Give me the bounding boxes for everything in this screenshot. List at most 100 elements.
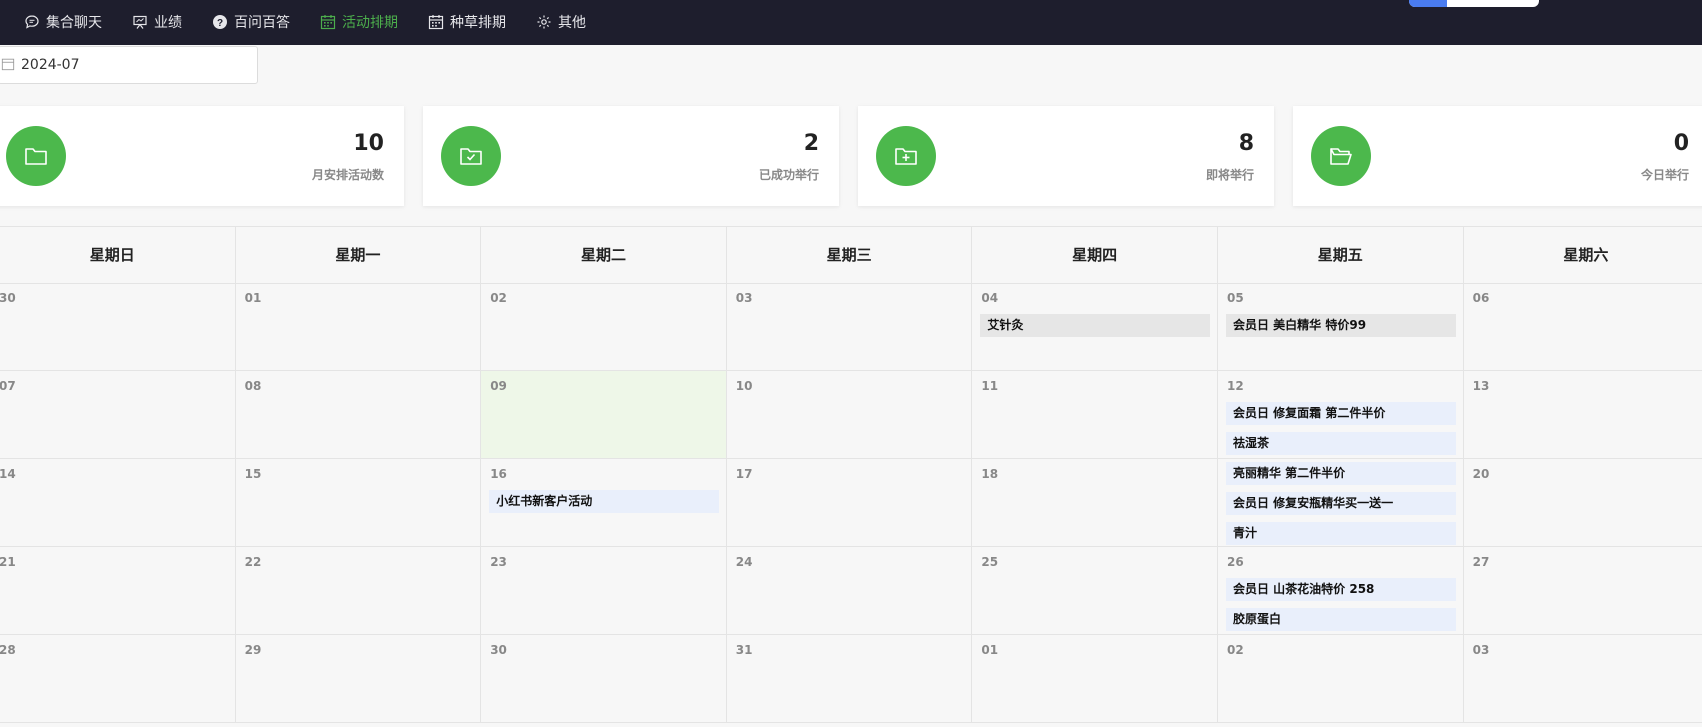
calendar-day-cell[interactable]: 30 <box>481 635 727 723</box>
chat-icon <box>24 14 46 30</box>
stat-card-3: 0 今日举行 <box>1293 106 1702 206</box>
calendar-day-cell[interactable]: 27 <box>1463 547 1702 635</box>
day-number: 26 <box>1227 555 1244 569</box>
calendar-event[interactable]: 会员日 修复面霜 第二件半价 <box>1226 402 1456 425</box>
calendar-day-cell[interactable]: 02 <box>1218 635 1464 723</box>
month-picker[interactable]: 2024-07 <box>0 46 258 84</box>
nav-item-0[interactable]: 集合聊天 <box>24 12 102 32</box>
day-number: 01 <box>981 643 999 657</box>
day-number: 11 <box>981 379 999 393</box>
day-number: 16 <box>490 467 507 481</box>
day-number: 30 <box>0 291 16 305</box>
day-number: 22 <box>244 555 262 569</box>
presentation-icon <box>132 14 154 30</box>
calendar-day-cell[interactable]: 31 <box>726 635 973 723</box>
month-picker-value: 2024-07 <box>21 57 80 73</box>
folder-check-icon <box>441 126 501 186</box>
calendar-day-cell[interactable]: 08 <box>235 371 482 459</box>
stat-card-1: 2 已成功举行 <box>423 106 839 206</box>
calendar-day-cell[interactable]: 23 <box>481 547 727 635</box>
calendar-day-cell[interactable]: 06 <box>1463 283 1702 371</box>
stat-label: 月安排活动数 <box>311 168 384 182</box>
weekday-header: 星期日 <box>0 227 236 283</box>
calendar-event[interactable]: 小红书新客户活动 <box>489 490 719 513</box>
nav-item-2[interactable]: ? 百问百答 <box>212 12 290 32</box>
calendar-event[interactable]: 会员日 美白精华 特价99 <box>1226 314 1456 337</box>
day-number: 10 <box>735 379 753 393</box>
folder-icon <box>6 126 66 186</box>
calendar-event[interactable]: 会员日 修复安瓶精华买一送一 <box>1226 492 1456 515</box>
calendar-event[interactable]: 会员日 山茶花油特价 258 <box>1226 578 1456 601</box>
day-number: 24 <box>735 555 753 569</box>
stat-label: 已成功举行 <box>758 168 819 182</box>
calendar-day-cell[interactable]: 01 <box>972 635 1218 723</box>
activity-calendar: 星期日 星期一 星期二 星期三 星期四 星期五 星期六 30 01 02 03 04 艾针灸 05 会员日… <box>0 226 1702 727</box>
day-number: 02 <box>490 291 507 305</box>
calendar-day-cell[interactable]: 28 <box>0 635 236 723</box>
weekday-header: 星期六 <box>1464 227 1702 283</box>
calendar-day-cell[interactable]: 30 <box>0 283 236 371</box>
day-number: 08 <box>244 379 262 393</box>
day-number: 12 <box>1227 379 1244 393</box>
question-icon: ? <box>212 14 234 30</box>
top-right-toggle[interactable] <box>1409 0 1539 7</box>
stat-value: 0 <box>1673 131 1689 156</box>
calendar-day-cell[interactable]: 24 <box>726 547 973 635</box>
calendar-day-cell[interactable]: 13 <box>1463 371 1702 459</box>
calendar-icon <box>428 14 450 30</box>
calendar-day-cell[interactable]: 10 <box>726 371 973 459</box>
day-number: 23 <box>490 555 507 569</box>
calendar-day-cell[interactable]: 17 <box>726 459 973 547</box>
day-number: 03 <box>1472 643 1490 657</box>
nav-item-3[interactable]: 活动排期 <box>320 12 398 32</box>
day-number: 18 <box>981 467 999 481</box>
calendar-day-cell[interactable]: 25 <box>972 547 1218 635</box>
day-number: 21 <box>0 555 16 569</box>
calendar-day-cell[interactable]: 18 <box>972 459 1218 547</box>
calendar-event[interactable]: 祛湿茶 <box>1226 432 1456 455</box>
calendar-day-cell[interactable]: 03 <box>726 283 973 371</box>
folder-add-icon <box>876 126 936 186</box>
day-number: 14 <box>0 467 16 481</box>
stat-label: 即将举行 <box>1205 168 1254 182</box>
calendar-day-cell[interactable]: 15 <box>235 459 482 547</box>
calendar-day-cell[interactable]: 11 <box>972 371 1218 459</box>
weekday-header: 星期二 <box>481 227 727 283</box>
nav-item-label: 集合聊天 <box>46 15 102 31</box>
calendar-day-cell[interactable]: 14 <box>0 459 236 547</box>
weekday-header: 星期三 <box>727 227 973 283</box>
calendar-day-cell[interactable]: 07 <box>0 371 236 459</box>
calendar-icon <box>0 56 21 75</box>
calendar-day-cell[interactable]: 22 <box>235 547 482 635</box>
nav-item-label: 业绩 <box>154 15 182 31</box>
weekday-header: 星期四 <box>972 227 1218 283</box>
calendar-day-cell[interactable]: 03 <box>1463 635 1702 723</box>
calendar-event[interactable]: 青汁 <box>1226 522 1456 545</box>
calendar-icon <box>320 14 342 30</box>
day-number: 30 <box>490 643 507 657</box>
calendar-event[interactable]: 胶原蛋白 <box>1226 608 1456 631</box>
day-number: 01 <box>244 291 262 305</box>
nav-item-4[interactable]: 种草排期 <box>428 12 506 32</box>
calendar-day-cell[interactable]: 20 <box>1463 459 1702 547</box>
stat-label: 今日举行 <box>1640 168 1689 182</box>
calendar-day-cell[interactable]: 29 <box>235 635 482 723</box>
calendar-day-cell[interactable]: 01 <box>235 283 482 371</box>
nav-item-1[interactable]: 业绩 <box>132 12 182 32</box>
nav-item-label: 活动排期 <box>342 15 398 31</box>
day-number: 25 <box>981 555 999 569</box>
svg-text:?: ? <box>217 18 223 29</box>
day-number: 31 <box>735 643 753 657</box>
calendar-day-cell-today[interactable]: 09 <box>481 371 727 459</box>
day-number: 27 <box>1472 555 1490 569</box>
calendar-event[interactable]: 亮丽精华 第二件半价 <box>1226 462 1456 485</box>
calendar-event[interactable]: 艾针灸 <box>980 314 1210 337</box>
settings-icon <box>536 14 558 30</box>
calendar-day-cell[interactable]: 21 <box>0 547 236 635</box>
nav-item-label: 种草排期 <box>450 15 506 31</box>
calendar-day-cell[interactable]: 02 <box>481 283 727 371</box>
nav-item-5[interactable]: 其他 <box>536 12 586 32</box>
top-nav-bar: 集合聊天 业绩 ? 百问百答 活动排期 种草排期 其他 <box>0 0 1702 45</box>
day-number: 15 <box>244 467 262 481</box>
weekday-header: 星期五 <box>1218 227 1464 283</box>
